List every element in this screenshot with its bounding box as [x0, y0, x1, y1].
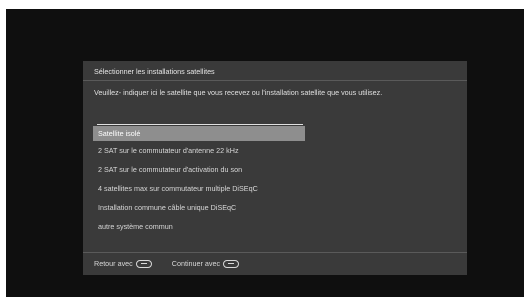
satellite-options-list: Satellite isolé 2 SAT sur le commutateur…: [93, 123, 305, 236]
dialog-footer: Retour avec Continuer avec: [94, 259, 259, 268]
back-label: Retour avec: [94, 259, 133, 268]
continue-label: Continuer avec: [171, 259, 221, 268]
footer-divider: [83, 252, 467, 253]
option-autre-systeme[interactable]: autre système commun: [93, 217, 305, 236]
option-2sat-22khz[interactable]: 2 SAT sur le commutateur d'antenne 22 kH…: [93, 141, 305, 160]
option-2sat-son[interactable]: 2 SAT sur le commutateur d'activation du…: [93, 160, 305, 179]
option-4sat-diseqc[interactable]: 4 satellites max sur commutateur multipl…: [93, 179, 305, 198]
dialog-title: Sélectionner les installations satellite…: [94, 67, 215, 76]
option-satellite-isole[interactable]: Satellite isolé: [93, 126, 305, 141]
instruction-text: Veuillez- indiquer ici le satellite que …: [94, 88, 383, 97]
title-divider: [83, 80, 467, 81]
tv-screen: Sélectionner les installations satellite…: [6, 9, 524, 297]
option-cable-unique-diseqc[interactable]: Installation commune câble unique DiSEqC: [93, 198, 305, 217]
ok-button-icon: [223, 259, 240, 268]
continue-hint[interactable]: Continuer avec: [171, 259, 240, 268]
satellite-setup-dialog: Sélectionner les installations satellite…: [83, 61, 467, 275]
back-button-icon: [135, 259, 152, 268]
back-hint[interactable]: Retour avec: [94, 259, 152, 268]
